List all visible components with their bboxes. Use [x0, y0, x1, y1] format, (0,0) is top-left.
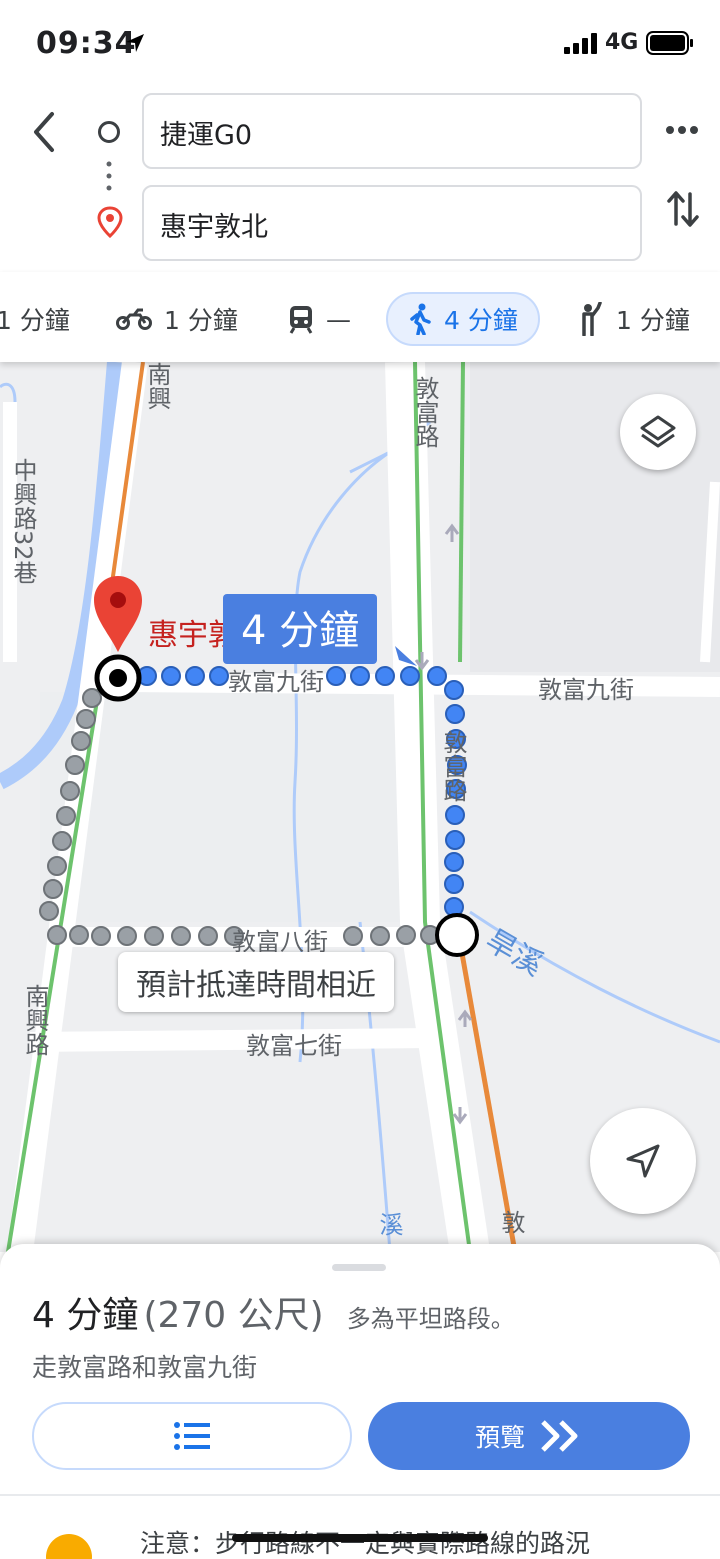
- sheet-divider: [0, 1494, 720, 1496]
- mode-drive-label: 1 分鐘: [0, 306, 70, 335]
- status-bar: 09:34 4G: [0, 0, 720, 88]
- destination-field[interactable]: 惠宇敦北: [142, 185, 642, 261]
- preview-label: 預覽: [474, 1423, 525, 1452]
- mode-walk-label: 4 分鐘: [444, 306, 518, 335]
- street-label-dunfu-9th-left: 敦富九街: [228, 668, 324, 696]
- signal-icon: [564, 33, 597, 54]
- origin-circle-icon: [98, 121, 120, 143]
- duration-label-pointer: [395, 646, 417, 666]
- street-label-zhongxing-32: 中興路32巷: [9, 458, 37, 585]
- warning-icon: [46, 1534, 92, 1559]
- mode-drive-tab[interactable]: 1 分鐘: [0, 292, 70, 346]
- battery-icon: [646, 31, 693, 55]
- preview-button[interactable]: 預覽: [368, 1402, 690, 1470]
- mode-transit-label: —: [326, 304, 351, 334]
- route-dots-icon: [106, 161, 112, 191]
- status-time: 09:34: [36, 26, 137, 61]
- mode-ride-label: 1 分鐘: [616, 306, 690, 335]
- sheet-drag-handle[interactable]: [332, 1264, 386, 1271]
- summary-note: 多為平坦路段。: [346, 1305, 515, 1333]
- street-label-dunfu-rd-mid: 敦富路: [439, 730, 467, 802]
- more-options-icon[interactable]: [662, 118, 702, 142]
- layers-icon: [640, 415, 676, 448]
- street-label-dunfu-bottom: 敦: [497, 1210, 525, 1234]
- home-indicator[interactable]: [232, 1534, 488, 1542]
- layers-button[interactable]: [620, 394, 696, 470]
- double-chevron-icon: [541, 1420, 578, 1452]
- steps-list-button[interactable]: [32, 1402, 352, 1470]
- swap-direction-icon[interactable]: [666, 188, 700, 230]
- mode-walk-tab[interactable]: 4 分鐘: [386, 292, 540, 346]
- mode-ride-tab[interactable]: 1 分鐘: [578, 292, 690, 346]
- mode-transit-tab[interactable]: —: [288, 292, 351, 346]
- summary-distance: (270 公尺): [143, 1295, 324, 1336]
- stream-label-bottom: 溪: [375, 1212, 403, 1236]
- eta-callout[interactable]: 預計抵達時間相近: [118, 952, 394, 1012]
- mode-motorcycle-label: 1 分鐘: [164, 306, 238, 335]
- route-via: 走敦富路和敦富九街: [32, 1353, 258, 1382]
- my-location-button[interactable]: [590, 1108, 696, 1214]
- directions-header: 捷運G0 惠宇敦北: [0, 88, 720, 272]
- back-arrow-icon[interactable]: [28, 110, 62, 154]
- navigation-arrow-icon: [626, 1144, 660, 1178]
- street-label-dunfu-7th: 敦富七街: [246, 1032, 342, 1060]
- network-type: 4G: [605, 30, 639, 55]
- route-summary: 4 分鐘 (270 公尺) 多為平坦路段。: [32, 1286, 515, 1338]
- street-label-dunfu-9th-right: 敦富九街: [538, 676, 634, 704]
- train-icon: [289, 306, 313, 334]
- street-label-nanxing-bottom: 南興路: [21, 984, 49, 1056]
- origin-field[interactable]: 捷運G0: [142, 93, 642, 169]
- list-icon: [174, 1422, 210, 1450]
- motorcycle-icon: [116, 308, 152, 330]
- hail-ride-icon: [582, 302, 602, 336]
- street-label-nanxing-top: 南興: [143, 362, 171, 410]
- street-label-dunfu-rd: 敦富路: [411, 376, 439, 448]
- destination-pin-icon: [97, 206, 123, 238]
- location-arrow-icon: [126, 34, 144, 52]
- summary-duration: 4 分鐘: [32, 1295, 139, 1336]
- route-details-sheet[interactable]: 4 分鐘 (270 公尺) 多為平坦路段。 走敦富路和敦富九街 預覽 注意：步行…: [0, 1244, 720, 1559]
- mode-motorcycle-tab[interactable]: 1 分鐘: [116, 292, 238, 346]
- walking-icon: [410, 303, 431, 335]
- route-map[interactable]: 敦富路 敦富路 敦富九街 敦富九街 敦富八街 敦富七街 南興 南興路 中興路32…: [0, 362, 720, 1252]
- travel-mode-tabs: 1 分鐘 1 分鐘 — 4 分鐘 1 分鐘: [0, 272, 720, 362]
- route-duration-label[interactable]: 4 分鐘: [223, 594, 378, 664]
